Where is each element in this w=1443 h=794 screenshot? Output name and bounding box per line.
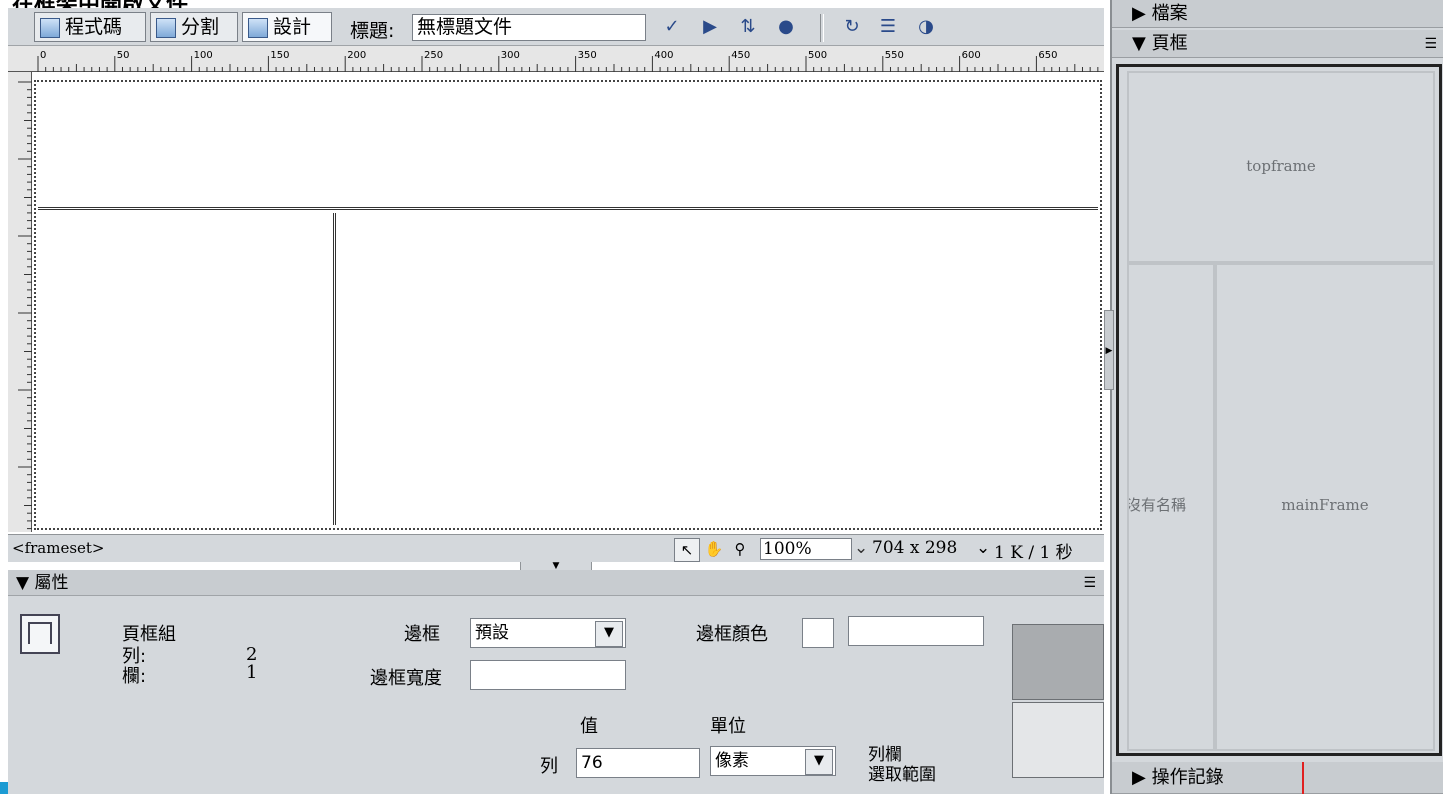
split-view-button[interactable]: 分割: [150, 12, 238, 42]
properties-panel: ▼ 屬性 ☰ 頁框組 列: 2 欄: 1 邊框 預設 ▼ 邊框寬度 邊框顏色 值…: [8, 570, 1104, 794]
mainframe-cell[interactable]: mainFrame: [1215, 263, 1435, 751]
zoom-select[interactable]: 100%: [760, 538, 852, 560]
ruler-tick-label: 400: [654, 50, 673, 61]
unit-select[interactable]: 像素 ▼: [710, 746, 836, 776]
design-view-button[interactable]: 設計: [242, 12, 332, 42]
unit-select-value: 像素: [715, 751, 749, 771]
view-options-icon[interactable]: ☰: [874, 15, 902, 39]
panel-options-icon[interactable]: ☰: [1424, 30, 1437, 58]
frames-panel-body: topframe 沒有名稱 mainFrame: [1116, 64, 1442, 756]
dock-collapse-handle[interactable]: ▶: [1104, 310, 1114, 390]
red-marker: [1302, 762, 1304, 794]
border-label: 邊框: [404, 624, 440, 645]
window-size[interactable]: 704 x 298: [872, 538, 957, 558]
ruler-tick-label: 100: [194, 50, 213, 61]
code-view-button[interactable]: 程式碼: [34, 12, 146, 42]
row-selector-top[interactable]: [1012, 624, 1104, 700]
files-panel-title: 檔案: [1151, 3, 1188, 24]
files-panel-header[interactable]: ▶ 檔案: [1112, 0, 1443, 28]
split-view-icon: [156, 18, 176, 38]
select-tool-icon[interactable]: ↖: [674, 538, 700, 562]
right-panel-group: ▶ 檔案 ▼ 頁框 ☰ topframe 沒有名稱 mainFrame ▶ 操作…: [1110, 0, 1443, 794]
title-label: 標題:: [350, 20, 395, 42]
design-view-label: 設計: [273, 16, 312, 38]
ruler-tick-label: 550: [885, 50, 904, 61]
ruler-tick-label: 250: [424, 50, 443, 61]
ruler-tick-label: 300: [501, 50, 520, 61]
properties-title: 屬性: [34, 573, 69, 593]
border-select[interactable]: 預設 ▼: [470, 618, 626, 648]
tag-selector[interactable]: <frameset>: [12, 539, 105, 557]
frames-panel-title: 頁框: [1151, 33, 1188, 54]
chevron-down-icon: ▼: [805, 749, 833, 775]
frameset-icon: [20, 614, 60, 654]
history-panel-title: 操作記錄: [1151, 767, 1224, 788]
zoom-dropdown-arrow-icon[interactable]: ⌄: [854, 538, 868, 558]
hand-tool-icon[interactable]: ✋: [702, 538, 726, 560]
split-view-label: 分割: [181, 16, 220, 38]
row-value-input[interactable]: 76: [576, 748, 700, 778]
ruler-tick-label: 50: [117, 50, 130, 61]
row-label: 列: [540, 756, 558, 777]
left-frame-area[interactable]: [38, 213, 336, 525]
toolbar-separator: [820, 14, 824, 42]
validate-icon[interactable]: ✓: [658, 15, 686, 39]
code-view-icon: [40, 18, 60, 38]
rowcol-selection-label-2: 選取範圍: [868, 765, 936, 785]
chevron-down-icon: ▼: [595, 621, 623, 647]
ruler-tick-label: 0: [40, 50, 46, 61]
history-panel-header[interactable]: ▶ 操作記錄: [1112, 762, 1443, 794]
cols-label: 欄:: [122, 666, 147, 687]
horizontal-ruler: 0 50 100 150 200 250 300 350 400 450 500 550 600 650: [8, 46, 1104, 72]
ruler-ticks: 0 50 100 150 200 250 300 350 400 450 500 550 600 650: [37, 50, 1099, 72]
topframe-cell[interactable]: topframe: [1127, 71, 1435, 263]
cols-value: 1: [246, 662, 258, 683]
row-selector-bottom[interactable]: [1012, 702, 1104, 778]
visual-aids-icon[interactable]: ◑: [912, 15, 940, 39]
window-size-dropdown-icon[interactable]: ⌄: [976, 538, 990, 558]
properties-header[interactable]: ▼ 屬性 ☰: [8, 570, 1104, 596]
status-bar: <frameset> ↖ ✋ ⚲ 100% ⌄ 704 x 298 ⌄ 1 K …: [8, 534, 1104, 563]
zoom-tool-icon[interactable]: ⚲: [728, 538, 752, 560]
preview-browser-icon[interactable]: ●: [772, 15, 800, 39]
vertical-ruler-ticks: [18, 81, 32, 530]
refresh-icon[interactable]: ↻: [838, 15, 866, 39]
ruler-tick-label: 450: [731, 50, 750, 61]
document-toolbar: 程式碼 分割 設計 標題: 無標題文件 ✓ ▶ ⇅ ● ↻ ☰ ◑: [8, 8, 1104, 46]
code-view-label: 程式碼: [65, 16, 123, 38]
border-select-value: 預設: [475, 623, 509, 643]
ruler-tick-label: 150: [270, 50, 289, 61]
ruler-tick-label: 650: [1038, 50, 1057, 61]
window-title-strip: 在框架中開啟文件: [0, 0, 1100, 8]
value-heading: 值: [580, 716, 598, 737]
design-view-icon: [248, 18, 268, 38]
unit-heading: 單位: [710, 716, 746, 737]
file-management-icon[interactable]: ⇅: [734, 15, 762, 39]
border-color-swatch[interactable]: [802, 618, 834, 648]
window-title: 在框架中開啟文件: [12, 0, 188, 8]
border-color-label: 邊框顏色: [696, 624, 768, 645]
ruler-tick-label: 350: [578, 50, 597, 61]
browser-check-icon[interactable]: ▶: [696, 15, 724, 39]
border-color-input[interactable]: [848, 616, 984, 646]
ruler-tick-label: 600: [962, 50, 981, 61]
border-width-label: 邊框寬度: [370, 668, 442, 689]
border-width-input[interactable]: [470, 660, 626, 690]
frames-panel-header[interactable]: ▼ 頁框 ☰: [1112, 30, 1443, 58]
ruler-tick-label: 200: [347, 50, 366, 61]
taskbar-edge: [0, 782, 8, 794]
unnamed-frame-cell[interactable]: 沒有名稱: [1127, 263, 1215, 751]
ruler-tick-label: 500: [808, 50, 827, 61]
vertical-ruler: [8, 72, 32, 532]
panel-options-icon[interactable]: ☰: [1083, 570, 1096, 596]
top-frame-area[interactable]: [38, 84, 1098, 210]
download-time: 1 K / 1 秒: [994, 543, 1073, 563]
title-input[interactable]: 無標題文件: [412, 14, 646, 41]
